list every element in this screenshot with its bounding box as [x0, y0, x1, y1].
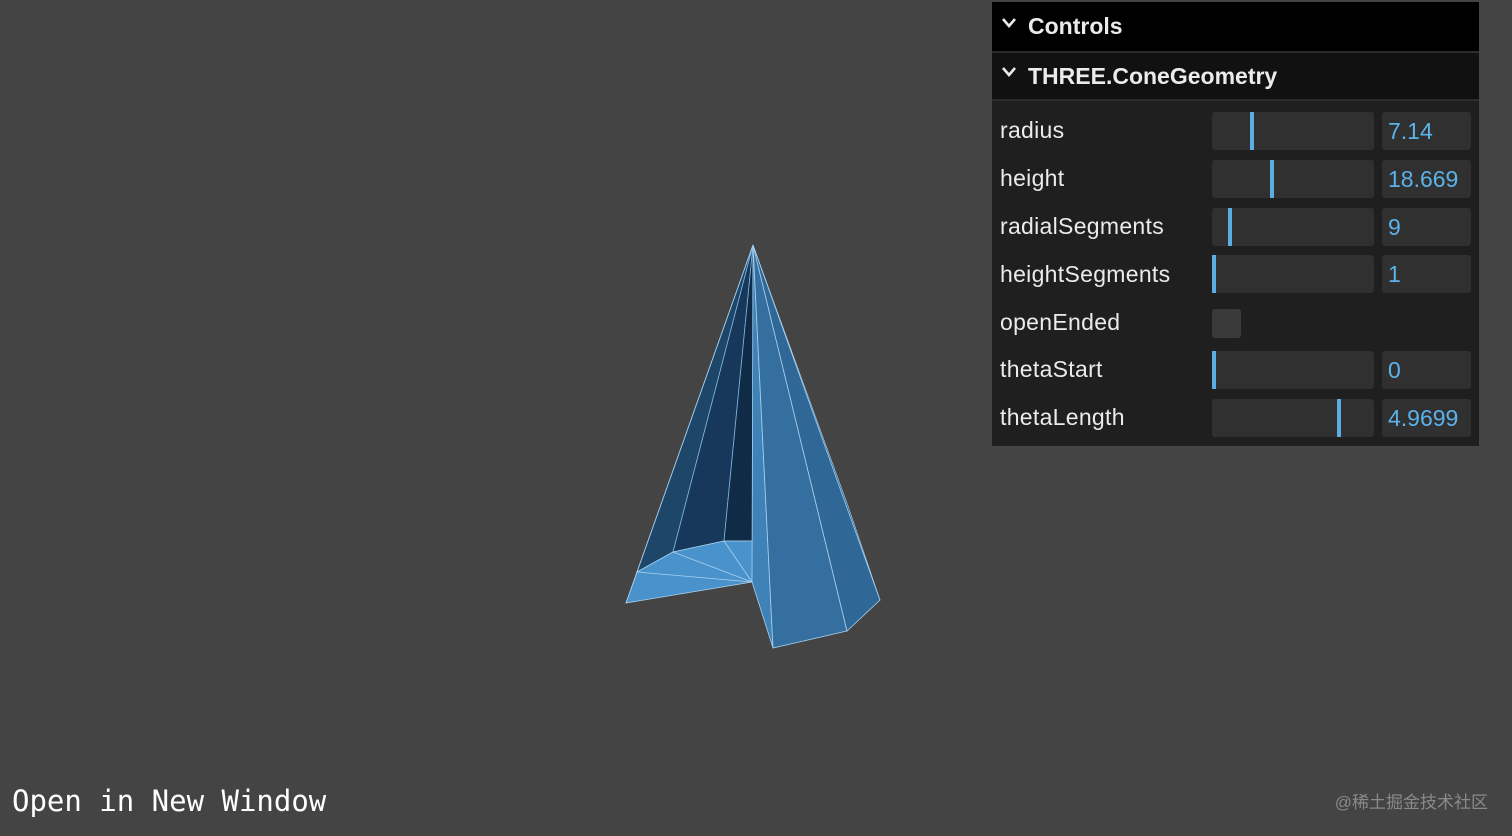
slider-handle[interactable] [1270, 159, 1275, 198]
slider-handle[interactable] [1249, 112, 1254, 150]
slider-handle[interactable] [1227, 207, 1232, 246]
height-slider[interactable] [1212, 159, 1374, 198]
chevron-down-icon [1002, 17, 1016, 30]
webgl-canvas[interactable]: Controls THREE.ConeGeometry radius 7.14 … [0, 0, 1512, 836]
watermark: @稀土掘金技术社区 [1334, 793, 1488, 812]
height-segments-value-input[interactable]: 1 [1382, 255, 1471, 294]
control-label: height [1000, 165, 1065, 192]
controls-title-bar[interactable]: Controls [992, 2, 1479, 53]
slider-handle[interactable] [1212, 350, 1216, 389]
slider-handle[interactable] [1336, 398, 1341, 437]
control-label: heightSegments [1000, 260, 1171, 287]
height-segments-slider[interactable] [1212, 255, 1374, 294]
slider-handle[interactable] [1212, 255, 1216, 294]
control-radial-segments: radialSegments 9 [992, 203, 1479, 251]
radius-value-input[interactable]: 7.14 [1382, 112, 1471, 150]
control-label: radialSegments [1000, 212, 1165, 239]
theta-start-slider[interactable] [1212, 350, 1374, 389]
radial-segments-slider[interactable] [1212, 207, 1374, 246]
radius-slider[interactable] [1212, 112, 1374, 150]
control-open-ended: openEnded [992, 298, 1479, 346]
control-label: openEnded [1000, 308, 1121, 335]
control-label: thetaStart [1000, 356, 1103, 383]
radial-segments-value-input[interactable]: 9 [1382, 207, 1471, 246]
control-label: radius [1000, 117, 1065, 144]
theta-length-value-input[interactable]: 4.9699 [1382, 398, 1471, 437]
chevron-down-icon [1002, 67, 1016, 79]
controls-panel: Controls THREE.ConeGeometry radius 7.14 … [992, 2, 1479, 446]
controls-list: radius 7.14 height 18.669 radialSegments… [992, 101, 1479, 446]
controls-title: Controls [1028, 13, 1123, 39]
open-in-new-window-link[interactable]: Open in New Window [12, 784, 326, 818]
control-height: height 18.669 [992, 155, 1479, 203]
theta-length-slider[interactable] [1212, 398, 1374, 437]
control-height-segments: heightSegments 1 [992, 250, 1479, 298]
theta-start-value-input[interactable]: 0 [1382, 350, 1471, 389]
control-theta-start: thetaStart 0 [992, 346, 1479, 394]
control-radius: radius 7.14 [992, 107, 1479, 155]
height-value-input[interactable]: 18.669 [1382, 159, 1471, 198]
folder-cone-geometry[interactable]: THREE.ConeGeometry [992, 53, 1479, 101]
folder-title: THREE.ConeGeometry [1028, 62, 1278, 89]
open-ended-checkbox[interactable] [1212, 309, 1241, 339]
control-label: thetaLength [1000, 404, 1125, 431]
control-theta-length: thetaLength 4.9699 [992, 394, 1479, 442]
